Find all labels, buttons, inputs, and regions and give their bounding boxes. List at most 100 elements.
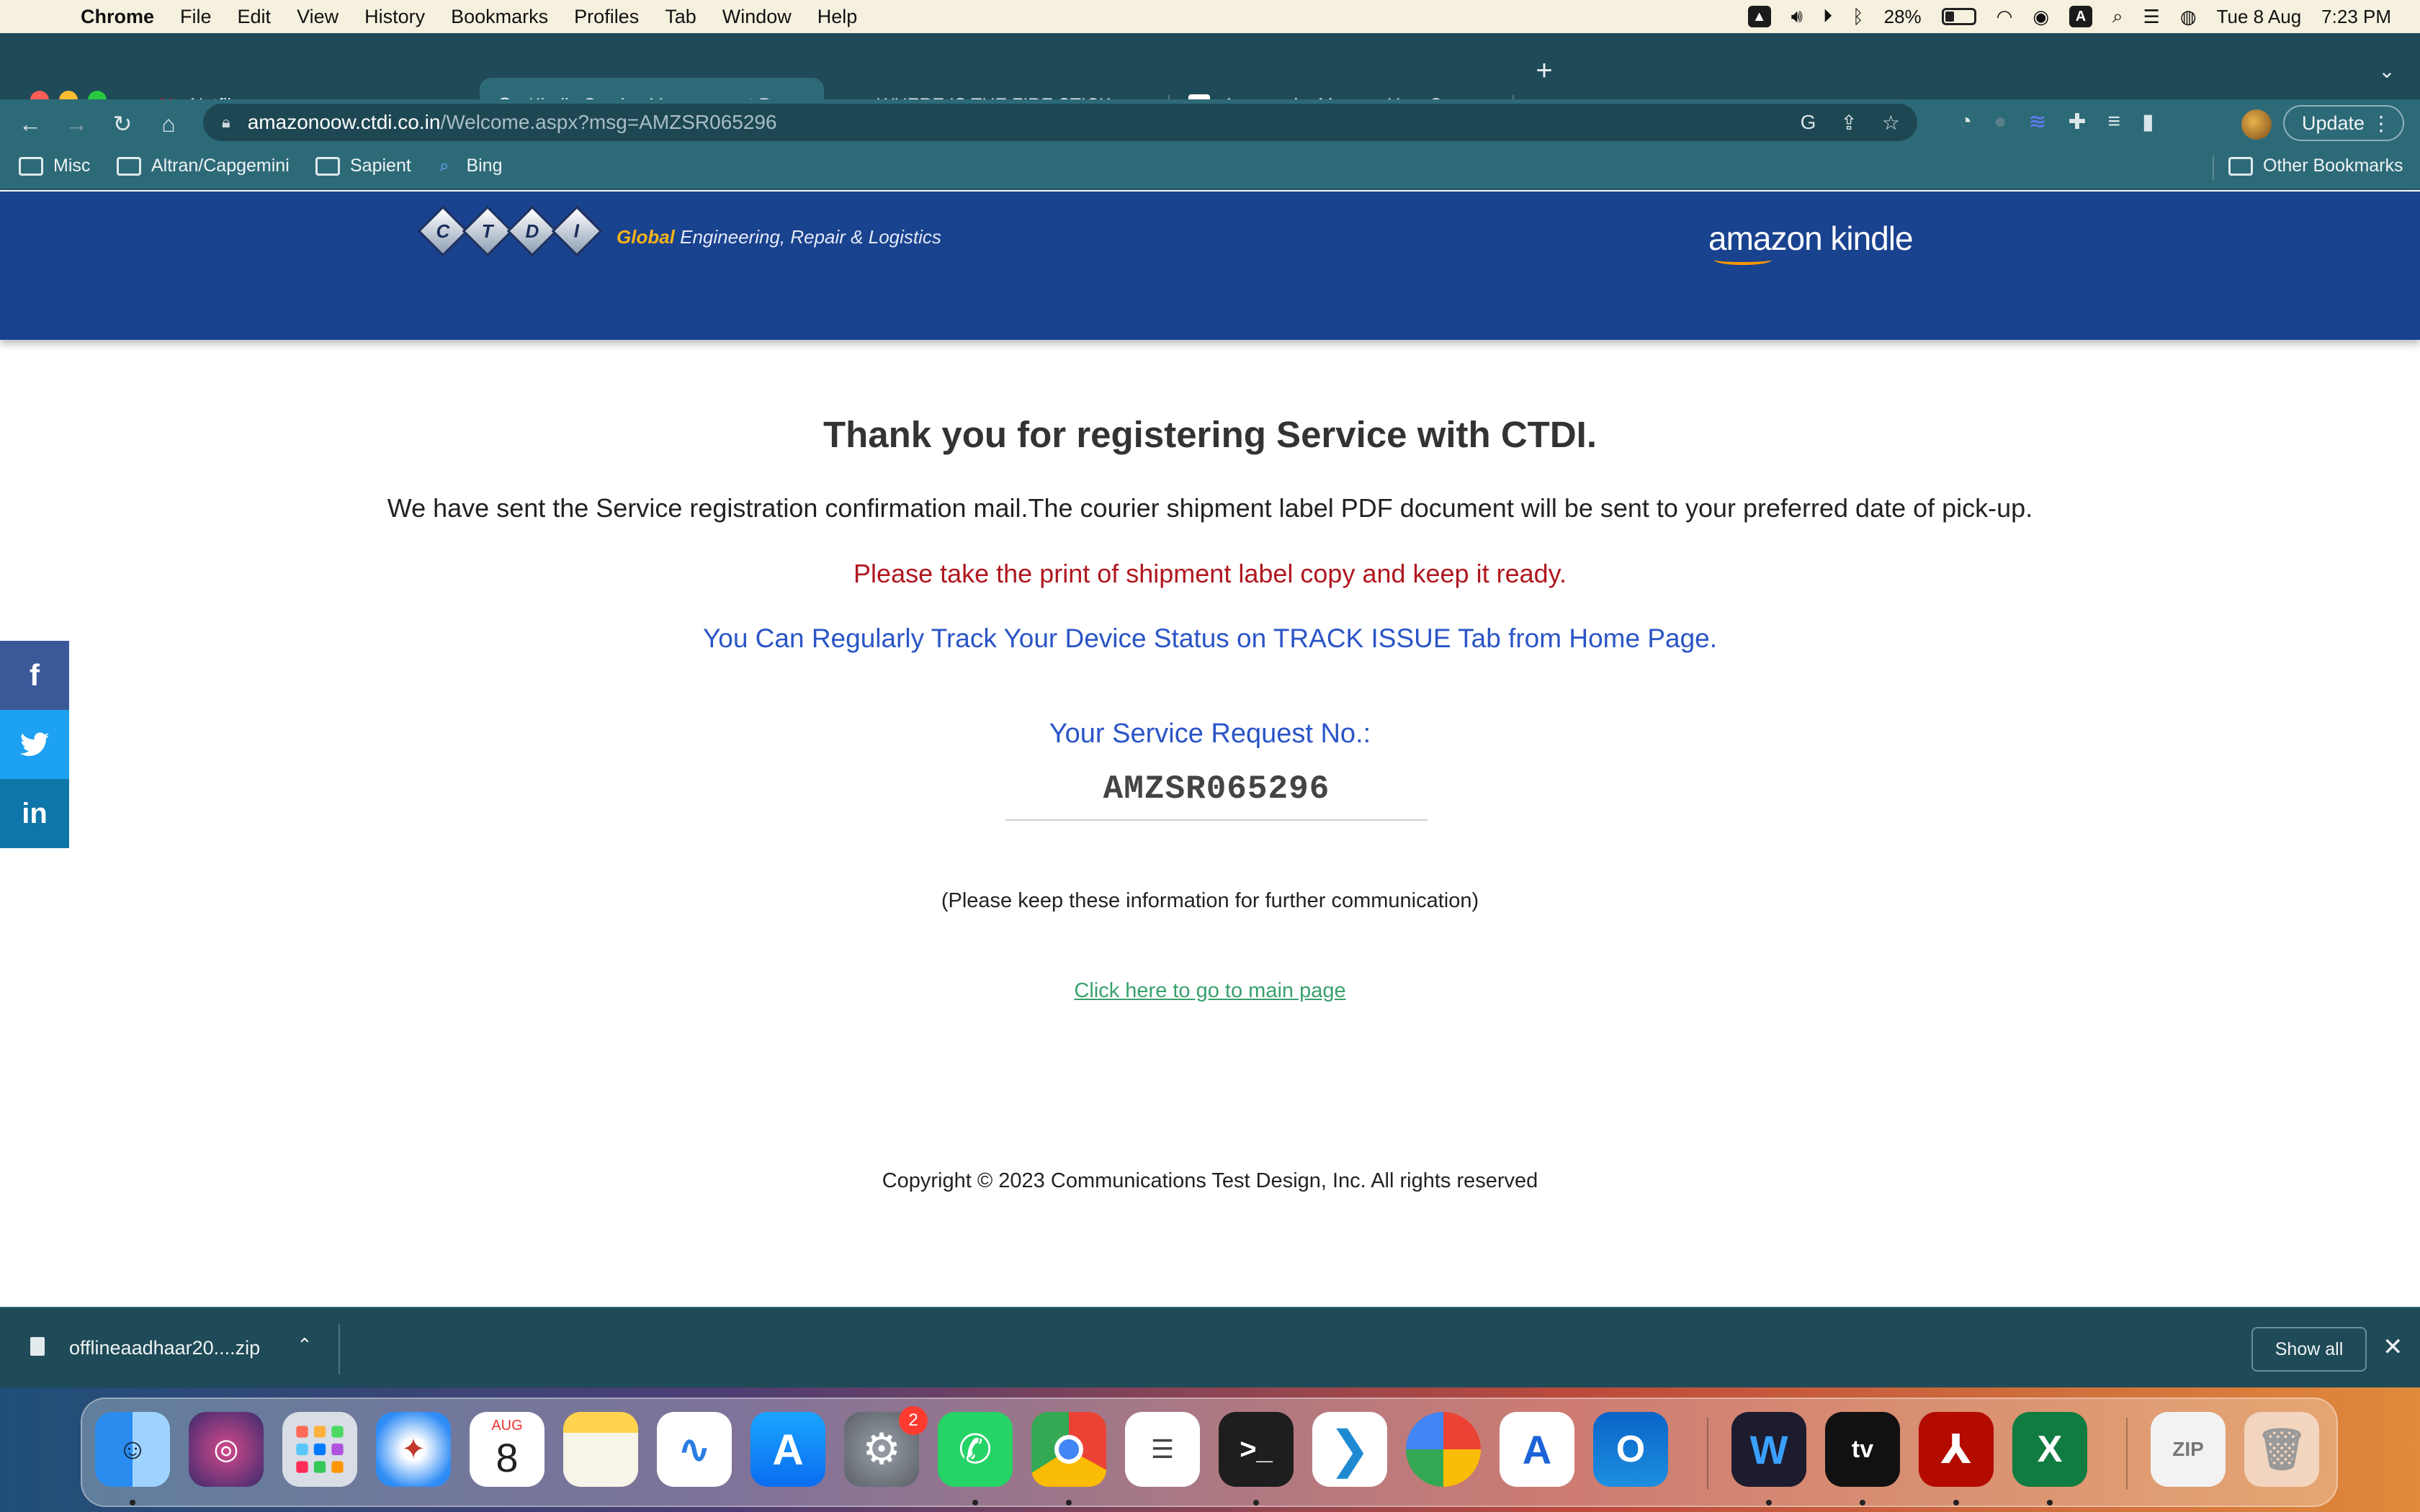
outlook-icon[interactable]: O	[1593, 1412, 1668, 1487]
chevron-up-icon[interactable]: ⌃	[297, 1334, 313, 1356]
bookmark-label: Misc	[53, 156, 91, 176]
menubar-date[interactable]: Tue 8 Aug	[2217, 6, 2302, 28]
running-indicator	[1860, 1500, 1865, 1506]
app-store-icon[interactable]: A	[750, 1412, 825, 1487]
tagline-emphasis: Global	[617, 226, 675, 248]
linkedin-share-icon[interactable]: in	[0, 779, 69, 848]
battery-icon[interactable]	[1941, 8, 1976, 25]
spotlight-search-icon[interactable]: ⌕	[2112, 5, 2123, 28]
tagline-text: Engineering, Repair & Logistics	[674, 226, 941, 248]
extension-speed-icon[interactable]: ◔	[1959, 109, 1972, 135]
menu-window[interactable]: Window	[709, 0, 805, 33]
bookmark-label: Sapient	[350, 156, 411, 176]
macos-dock: ☺ ◎ ✦ AUG 8 ∿ A ⚙ 2 ✆ ☰ >_ ❯ A O W tv ⅄	[81, 1398, 2338, 1507]
notification-badge: 2	[899, 1406, 928, 1435]
ctdi-logo[interactable]: C T D I	[417, 205, 604, 257]
menu-profiles[interactable]: Profiles	[561, 0, 652, 33]
bookmark-sapient[interactable]: Sapient	[315, 156, 411, 176]
apple-tv-icon[interactable]: tv	[1825, 1412, 1900, 1487]
bookmark-misc[interactable]: Misc	[19, 156, 90, 176]
reminders-icon[interactable]: ☰	[1125, 1412, 1200, 1487]
search-icon: ⌕	[439, 156, 449, 176]
apple-menu-icon[interactable]	[26, 0, 63, 33]
other-bookmarks[interactable]: Other Bookmarks	[2228, 156, 2403, 176]
dock-separator	[1707, 1418, 1708, 1490]
menu-view[interactable]: View	[284, 0, 351, 33]
siri-icon[interactable]: ◍	[2180, 6, 2197, 28]
extension-disabled-icon[interactable]: ●	[1994, 109, 2007, 135]
menu-bookmarks[interactable]: Bookmarks	[438, 0, 561, 33]
whatsapp-icon[interactable]: ✆	[938, 1412, 1013, 1487]
bluetooth-off-icon[interactable]: ᛒ	[1852, 6, 1864, 28]
running-indicator	[130, 1500, 135, 1506]
more-menu-icon[interactable]: ⋮	[2371, 112, 2391, 135]
terminal-icon[interactable]: >_	[1219, 1412, 1294, 1487]
running-indicator	[1066, 1500, 1072, 1506]
input-source-icon[interactable]: A	[2069, 6, 2093, 27]
android-studio-icon[interactable]: A	[1500, 1412, 1574, 1487]
share-icon[interactable]: ⇪	[1840, 111, 1857, 135]
safari-icon[interactable]: ✦	[376, 1412, 451, 1487]
menu-edit[interactable]: Edit	[225, 0, 284, 33]
menu-history[interactable]: History	[351, 0, 438, 33]
siri-dock-icon[interactable]: ◎	[189, 1412, 264, 1487]
acrobat-icon[interactable]: ⅄	[1919, 1412, 1994, 1487]
vscode-icon[interactable]: ❯	[1312, 1412, 1387, 1487]
calendar-icon[interactable]: AUG 8	[470, 1412, 544, 1487]
home-icon[interactable]: ⌂	[153, 108, 184, 140]
keep-info-note: (Please keep these information for furth…	[941, 889, 1479, 912]
bookmark-label: Bing	[466, 156, 503, 176]
main-page-link[interactable]: Click here to go to main page	[0, 979, 2420, 1003]
user-account-icon[interactable]: ◉	[2033, 6, 2049, 28]
track-status-notice: You Can Regularly Track Your Device Stat…	[702, 624, 1718, 653]
update-button-label: Update	[2302, 112, 2365, 134]
tab-search-chevron-icon[interactable]: ⌄	[2371, 55, 2403, 86]
back-arrow-icon[interactable]: ←	[14, 108, 46, 140]
logo-diamond: T	[462, 205, 514, 257]
folder-icon	[117, 156, 141, 176]
bookmark-altran-capgemini[interactable]: Altran/Capgemini	[117, 156, 290, 176]
new-tab-button[interactable]: +	[1528, 55, 1560, 86]
lock-icon[interactable]: 🔒︎	[222, 113, 230, 132]
update-button[interactable]: Update ⋮	[2283, 105, 2404, 141]
drive-status-icon[interactable]: ▲	[1747, 6, 1771, 27]
menu-file[interactable]: File	[167, 0, 225, 33]
chrome-dock-icon[interactable]	[1031, 1412, 1106, 1487]
menu-app-name[interactable]: Chrome	[63, 0, 167, 33]
close-icon[interactable]: ✕	[2383, 1333, 2403, 1362]
reload-icon[interactable]: ↻	[107, 108, 138, 140]
notes-icon[interactable]	[563, 1412, 638, 1487]
address-bar[interactable]: 🔒︎ amazonoow.ctdi.co.in/Welcome.aspx?msg…	[203, 104, 1917, 141]
bookmark-bing[interactable]: ⌕ Bing	[439, 156, 503, 176]
menubar-time[interactable]: 7:23 PM	[2321, 6, 2391, 28]
menu-tab[interactable]: Tab	[652, 0, 709, 33]
webex-icon[interactable]: W	[1731, 1412, 1806, 1487]
side-panel-icon[interactable]: ▮	[2142, 109, 2154, 135]
running-indicator	[1953, 1500, 1959, 1506]
play-icon[interactable]: ⏵	[1823, 5, 1832, 28]
excel-icon[interactable]: X	[2012, 1412, 2087, 1487]
volume-icon[interactable]: 🔊︎	[1791, 5, 1803, 28]
control-center-icon[interactable]: ☰	[2143, 6, 2160, 28]
extension-wave-icon[interactable]: ≋	[2028, 109, 2046, 135]
show-all-button[interactable]: Show all	[2251, 1327, 2367, 1372]
freeform-icon[interactable]: ∿	[657, 1412, 732, 1487]
forward-arrow-icon[interactable]: →	[60, 108, 92, 140]
menu-help[interactable]: Help	[805, 0, 871, 33]
running-indicator	[2047, 1500, 2053, 1506]
google-photos-icon[interactable]	[1406, 1412, 1481, 1487]
trash-icon[interactable]: 🗑︎	[2244, 1412, 2319, 1487]
zip-stack-icon[interactable]: ZIP	[2151, 1412, 2226, 1487]
profile-avatar[interactable]	[2241, 109, 2272, 140]
bookmark-star-icon[interactable]: ☆	[1882, 111, 1900, 135]
launchpad-icon[interactable]	[282, 1412, 357, 1487]
logo-diamond: I	[551, 205, 603, 257]
finder-icon[interactable]: ☺	[95, 1412, 170, 1487]
reading-list-icon[interactable]: ≡	[2108, 109, 2121, 135]
google-lens-icon[interactable]: G	[1801, 111, 1816, 135]
download-filename[interactable]: offlineaadhaar20....zip	[69, 1337, 260, 1359]
download-shelf: offlineaadhaar20....zip ⌃ Show all ✕	[0, 1307, 2420, 1387]
extensions-puzzle-icon[interactable]: ✚	[2068, 109, 2086, 135]
wifi-icon[interactable]: ◠	[1996, 6, 2013, 28]
bookmarks-bar: Misc Altran/Capgemini Sapient ⌕ Bing Oth…	[0, 145, 2420, 190]
